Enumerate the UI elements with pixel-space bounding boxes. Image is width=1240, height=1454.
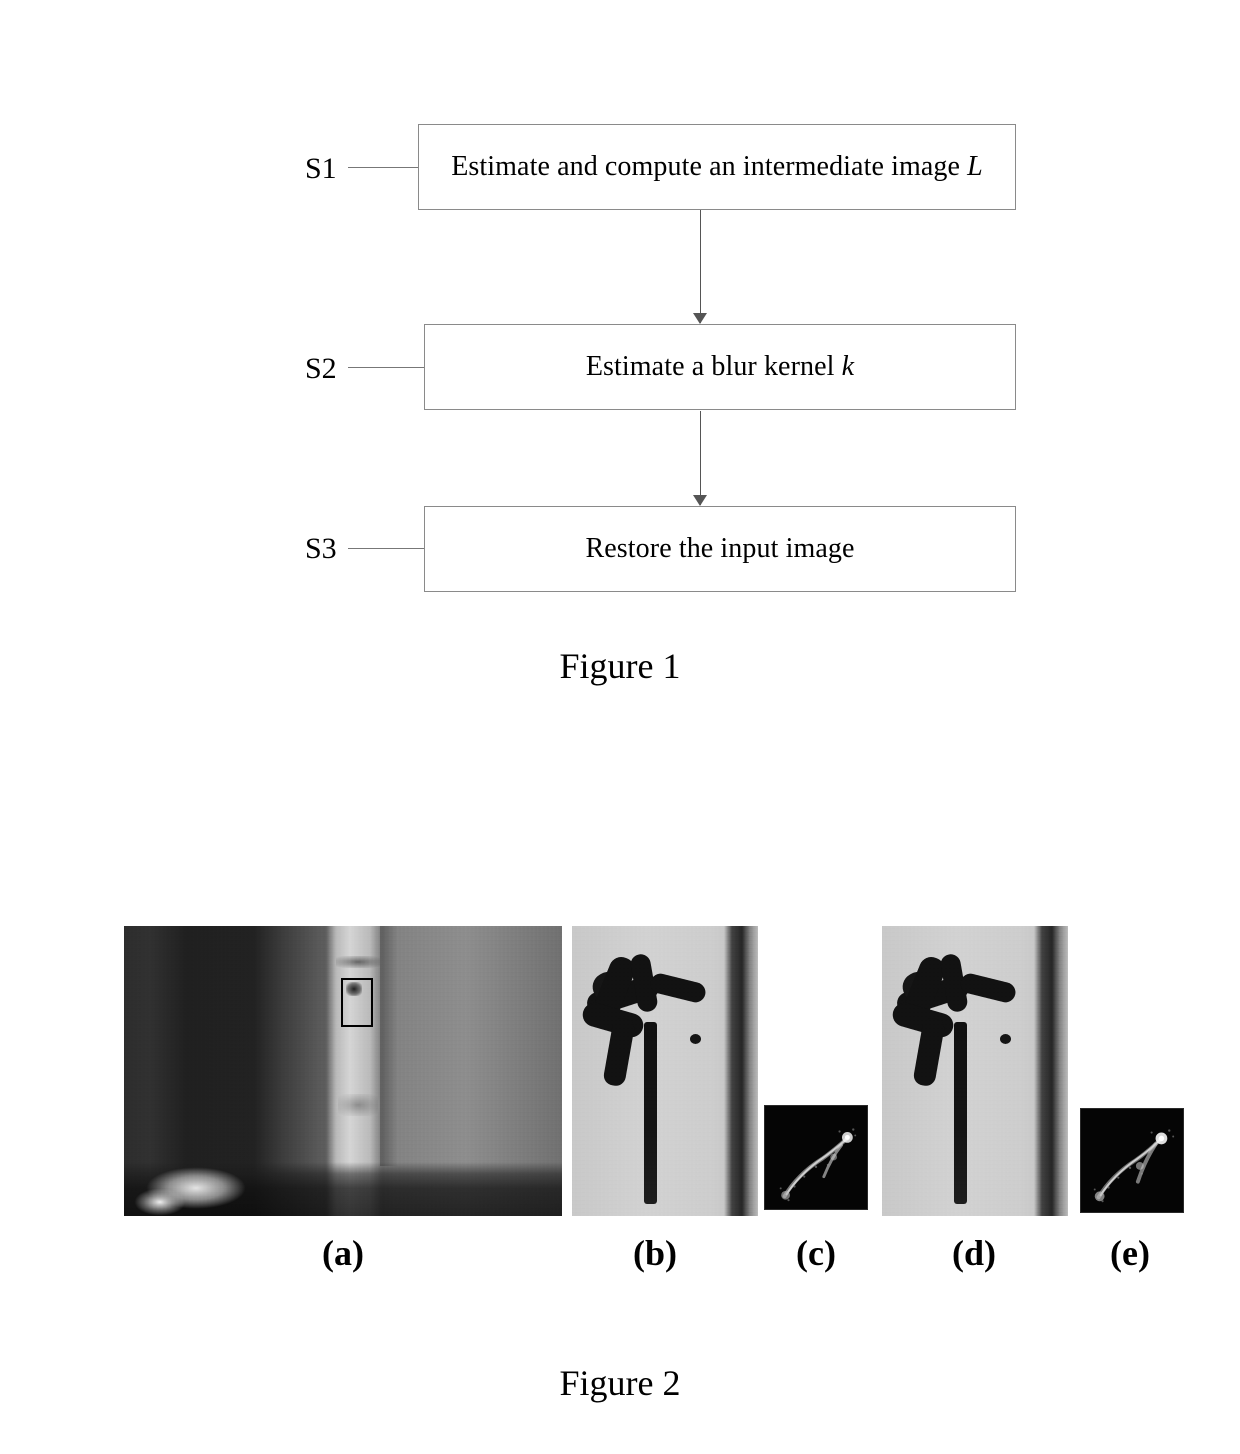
panel-a-scroll-mid-smudge (338, 1094, 378, 1116)
panel-a-pillar-shadow (380, 926, 398, 1166)
figure2-panel-b-crop (572, 926, 758, 1216)
kernel-e-trajectory-icon (1081, 1109, 1183, 1212)
panel-d-dot-mark (1000, 1034, 1011, 1044)
panel-b-dot-mark (690, 1034, 701, 1044)
panel-a-film-grain (124, 926, 562, 1216)
panel-a-roi-rectangle (341, 978, 373, 1027)
figure2-label-c: (c) (796, 1233, 836, 1273)
figure2-label-d: (d) (952, 1233, 996, 1273)
panel-d-stroke-4 (958, 971, 1018, 1005)
figure2-label-e: (e) (1110, 1233, 1150, 1273)
figure-2-image-row: (a) (b) (c) (d) (e) Figure 2 (0, 0, 1240, 1454)
figure2-label-a: (a) (322, 1233, 364, 1273)
panel-b-stroke-4 (648, 971, 708, 1005)
panel-b-film-grain (572, 926, 758, 1216)
figure2-panel-c-kernel (764, 1105, 868, 1210)
figure2-panel-d-crop (882, 926, 1068, 1216)
panel-a-scroll-top-smudge (336, 956, 380, 968)
figure2-panel-e-kernel (1080, 1108, 1184, 1213)
panel-d-film-grain (882, 926, 1068, 1216)
kernel-c-trajectory-icon (765, 1106, 867, 1209)
figure-2-caption: Figure 2 (559, 1363, 681, 1403)
figure2-label-b: (b) (633, 1233, 677, 1273)
panel-d-stroke-vertical (954, 1022, 967, 1204)
panel-b-stroke-vertical (644, 1022, 657, 1204)
figure2-panel-a-photo (124, 926, 562, 1216)
